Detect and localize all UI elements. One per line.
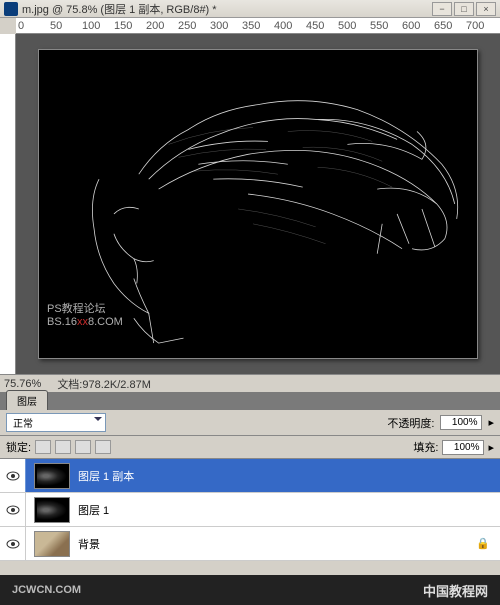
blend-mode-dropdown[interactable]: 正常 — [6, 413, 106, 432]
ruler-horizontal: 0 50 100 150 200 250 300 350 400 450 500… — [16, 18, 500, 34]
opacity-input[interactable]: 100% — [440, 415, 482, 430]
visibility-toggle[interactable] — [0, 493, 26, 526]
ruler-vertical — [0, 34, 16, 374]
visibility-toggle[interactable] — [0, 527, 26, 560]
layer-name[interactable]: 图层 1 副本 — [78, 468, 500, 484]
layer-name[interactable]: 图层 1 — [78, 502, 500, 518]
app-icon — [4, 2, 18, 16]
lock-all-icon[interactable] — [95, 440, 111, 454]
lock-transparency-icon[interactable] — [35, 440, 51, 454]
zoom-level[interactable]: 75.76% — [4, 378, 41, 390]
window-title: m.jpg @ 75.8% (图层 1 副本, RGB/8#) * — [22, 1, 432, 17]
lock-position-icon[interactable] — [75, 440, 91, 454]
minimize-button[interactable]: − — [432, 2, 452, 16]
layers-list: 图层 1 副本 图层 1 背景 🔒 — [0, 459, 500, 561]
chevron-down-icon[interactable]: ▸ — [488, 416, 494, 429]
fill-label: 填充: — [413, 439, 438, 455]
opacity-label: 不透明度: — [387, 415, 434, 431]
layer-thumbnail[interactable] — [34, 463, 70, 489]
site-footer: JCWCN.COM 中国教程网 — [0, 575, 500, 605]
layer-thumbnail[interactable] — [34, 497, 70, 523]
layer-name[interactable]: 背景 — [78, 536, 476, 552]
layer-thumbnail[interactable] — [34, 531, 70, 557]
footer-brand: 中国教程网 — [423, 581, 488, 600]
lock-pixels-icon[interactable] — [55, 440, 71, 454]
maximize-button[interactable]: □ — [454, 2, 474, 16]
layer-row[interactable]: 图层 1 副本 — [0, 459, 500, 493]
lock-label: 锁定: — [6, 439, 31, 455]
doc-size: 文档:978.2K/2.87M — [57, 376, 151, 392]
chevron-down-icon[interactable]: ▸ — [488, 441, 494, 454]
footer-url: JCWCN.COM — [12, 584, 81, 596]
layer-row[interactable]: 图层 1 — [0, 493, 500, 527]
layer-row[interactable]: 背景 🔒 — [0, 527, 500, 561]
close-button[interactable]: × — [476, 2, 496, 16]
watermark: PS教程论坛 BS.16xx8.COM — [47, 300, 123, 328]
lock-icon: 🔒 — [476, 537, 490, 550]
document-canvas[interactable]: PS教程论坛 BS.16xx8.COM — [38, 49, 478, 359]
canvas-area[interactable]: PS教程论坛 BS.16xx8.COM — [16, 34, 500, 374]
tab-layers[interactable]: 图层 — [6, 390, 48, 410]
visibility-toggle[interactable] — [0, 459, 26, 492]
fill-input[interactable]: 100% — [442, 440, 484, 455]
